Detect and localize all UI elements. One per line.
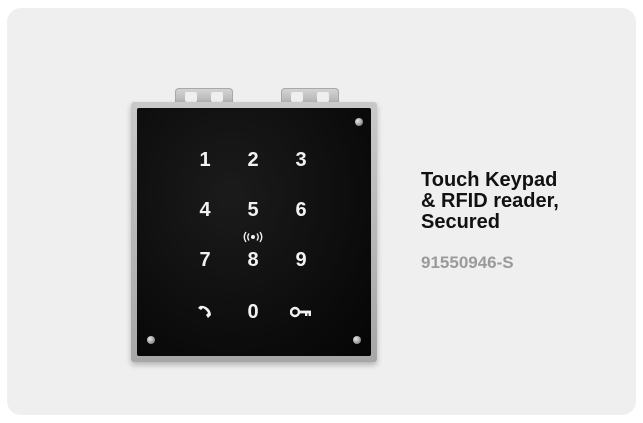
- product-sku: 91550946-S: [421, 253, 514, 272]
- product-card[interactable]: 1 2 3 4 5 6 7 8 9 0 Touch Keypad & RFID …: [7, 8, 636, 415]
- keypad-device-image: 1 2 3 4 5 6 7 8 9 0: [131, 88, 377, 362]
- device-frame: 1 2 3 4 5 6 7 8 9 0: [131, 102, 377, 362]
- key-5: 5: [247, 198, 259, 221]
- key-0: 0: [247, 300, 259, 323]
- key-3: 3: [295, 148, 307, 171]
- key-4: 4: [199, 198, 211, 221]
- screw-icon: [355, 118, 363, 126]
- product-title-line-3: Secured: [421, 211, 500, 233]
- keypad-panel: 1 2 3 4 5 6 7 8 9 0: [137, 108, 371, 356]
- phone-handset-icon: [185, 298, 225, 326]
- key-1: 1: [199, 148, 211, 171]
- product-title: Touch Keypad & RFID reader, Secured: [421, 170, 631, 233]
- screw-icon: [147, 336, 155, 344]
- product-title-line-2: & RFID reader,: [421, 190, 559, 212]
- key-8: 8: [247, 248, 259, 271]
- screw-icon: [353, 336, 361, 344]
- key-icon: [281, 298, 321, 326]
- product-title-line-1: Touch Keypad: [421, 169, 558, 191]
- key-2: 2: [247, 148, 259, 171]
- key-7: 7: [199, 248, 211, 271]
- rfid-wave-icon: [233, 230, 273, 244]
- key-6: 6: [295, 198, 307, 221]
- key-9: 9: [295, 248, 307, 271]
